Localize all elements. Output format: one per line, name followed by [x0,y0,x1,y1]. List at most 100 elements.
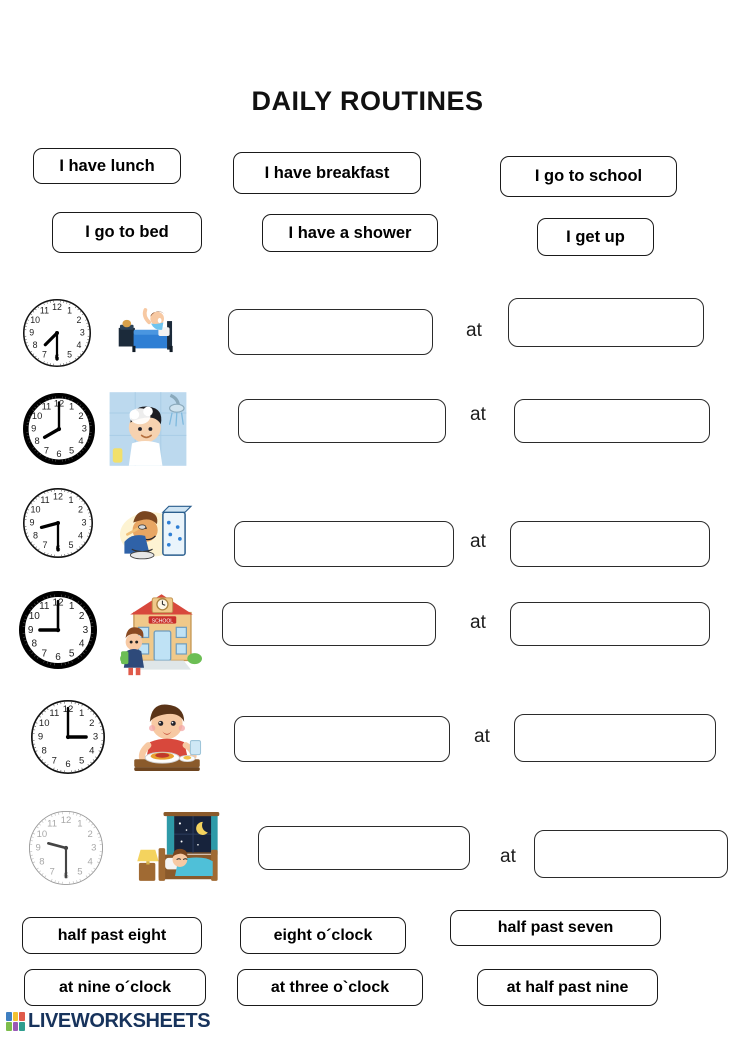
svg-text:9: 9 [28,625,34,636]
activity-answer-blank-2[interactable] [238,399,446,443]
svg-text:1: 1 [67,306,72,316]
svg-text:5: 5 [69,446,74,456]
svg-text:2: 2 [78,411,83,421]
page-title: DAILY ROUTINES [251,86,484,116]
svg-text:9: 9 [29,328,34,338]
svg-text:11: 11 [39,601,50,612]
svg-text:10: 10 [30,315,40,325]
time-answer-blank-1[interactable] [508,298,704,347]
svg-text:5: 5 [79,756,84,767]
svg-text:10: 10 [30,505,40,515]
svg-text:4: 4 [76,340,81,350]
svg-text:2: 2 [78,505,83,515]
svg-text:4: 4 [89,745,94,756]
activity-answer-blank-3[interactable] [234,521,454,567]
svg-text:10: 10 [29,611,41,622]
svg-text:6: 6 [55,652,61,663]
svg-text:8: 8 [39,857,44,868]
svg-text:10: 10 [37,829,48,840]
word-chip-time-4[interactable]: at three o`clock [237,969,423,1006]
word-chip-time-0[interactable]: half past eight [22,917,202,954]
svg-text:10: 10 [39,718,50,729]
word-chip-time-2[interactable]: half past seven [450,910,661,946]
word-chip-phrase-2[interactable]: I go to school [500,156,677,197]
word-chip-time-1[interactable]: eight o´clock [240,917,406,954]
word-chip-label: I go to school [534,167,643,186]
svg-text:2: 2 [76,315,81,325]
word-chip-time-5[interactable]: at half past nine [477,969,658,1006]
svg-text:11: 11 [40,495,49,505]
time-answer-blank-2[interactable] [514,399,710,443]
word-chip-phrase-5[interactable]: I get up [537,218,654,256]
word-chip-label: I have lunch [59,156,155,175]
word-chip-label: eight o´clock [273,926,373,944]
svg-text:11: 11 [40,306,49,316]
svg-text:5: 5 [69,649,75,660]
svg-text:2: 2 [87,829,92,840]
svg-text:8: 8 [42,745,47,756]
word-chip-label: at nine o´clock [58,978,172,996]
activity-answer-blank-4[interactable] [222,602,436,646]
word-chip-time-3[interactable]: at nine o´clock [24,969,206,1006]
svg-text:3: 3 [83,625,89,636]
svg-text:3: 3 [80,328,85,338]
svg-text:11: 11 [49,708,59,719]
svg-text:4: 4 [87,857,92,868]
svg-text:4: 4 [78,531,83,541]
clock-face-have-breakfast: 123456789101112 [22,487,94,559]
word-chip-label: I get up [566,227,625,246]
svg-text:10: 10 [32,411,42,421]
word-chip-phrase-0[interactable]: I have lunch [33,148,181,184]
svg-text:1: 1 [79,708,84,719]
svg-text:7: 7 [42,649,48,660]
svg-text:4: 4 [79,639,85,650]
clock-face-go-to-school: 123456789101112 [18,590,98,670]
clock-face-have-lunch: 123456789101112 [30,699,106,775]
svg-text:3: 3 [81,518,86,528]
svg-text:8: 8 [32,639,38,650]
word-chip-label: at three o`clock [270,978,390,996]
activity-answer-blank-5[interactable] [234,716,450,762]
illustration-boy-eating-lunch-at-table [116,700,218,778]
svg-text:7: 7 [42,349,47,359]
at-connector-4: at [470,612,486,633]
word-chip-phrase-3[interactable]: I go to bed [52,212,202,253]
clock-face-get-up: 123456789101112 [22,298,92,368]
svg-text:8: 8 [33,531,38,541]
illustration-boy-waking-up-in-bed [100,300,192,362]
svg-text:11: 11 [42,402,52,412]
svg-text:6: 6 [56,449,61,459]
word-chip-label: at half past nine [506,978,629,996]
svg-text:5: 5 [67,349,72,359]
time-answer-blank-3[interactable] [510,521,710,567]
liveworksheets-logo-text: LIVEWORKSHEETS [28,1010,211,1032]
svg-text:1: 1 [68,495,73,505]
svg-text:8: 8 [33,340,38,350]
svg-text:12: 12 [53,492,63,502]
activity-answer-blank-1[interactable] [228,309,433,355]
word-chip-label: half past eight [57,926,167,944]
svg-text:SCHOOL: SCHOOL [152,618,174,624]
svg-text:3: 3 [93,732,98,743]
at-connector-2: at [470,404,486,425]
svg-text:8: 8 [35,436,40,446]
svg-text:2: 2 [79,611,85,622]
time-answer-blank-4[interactable] [510,602,710,646]
svg-text:1: 1 [77,819,82,830]
liveworksheets-logo-icon [6,1011,25,1031]
word-chip-phrase-4[interactable]: I have a shower [262,214,438,252]
at-connector-3: at [470,531,486,552]
illustration-child-taking-a-shower [108,389,188,469]
word-chip-label: I go to bed [85,223,169,242]
word-chip-phrase-1[interactable]: I have breakfast [233,152,421,194]
svg-text:1: 1 [69,402,74,412]
word-chip-label: half past seven [497,919,614,936]
svg-text:1: 1 [69,601,75,612]
svg-text:9: 9 [36,843,41,854]
svg-text:2: 2 [89,718,94,729]
svg-text:7: 7 [44,446,49,456]
svg-text:6: 6 [65,759,70,770]
time-answer-blank-6[interactable] [534,830,728,878]
activity-answer-blank-6[interactable] [258,826,470,870]
time-answer-blank-5[interactable] [514,714,716,762]
